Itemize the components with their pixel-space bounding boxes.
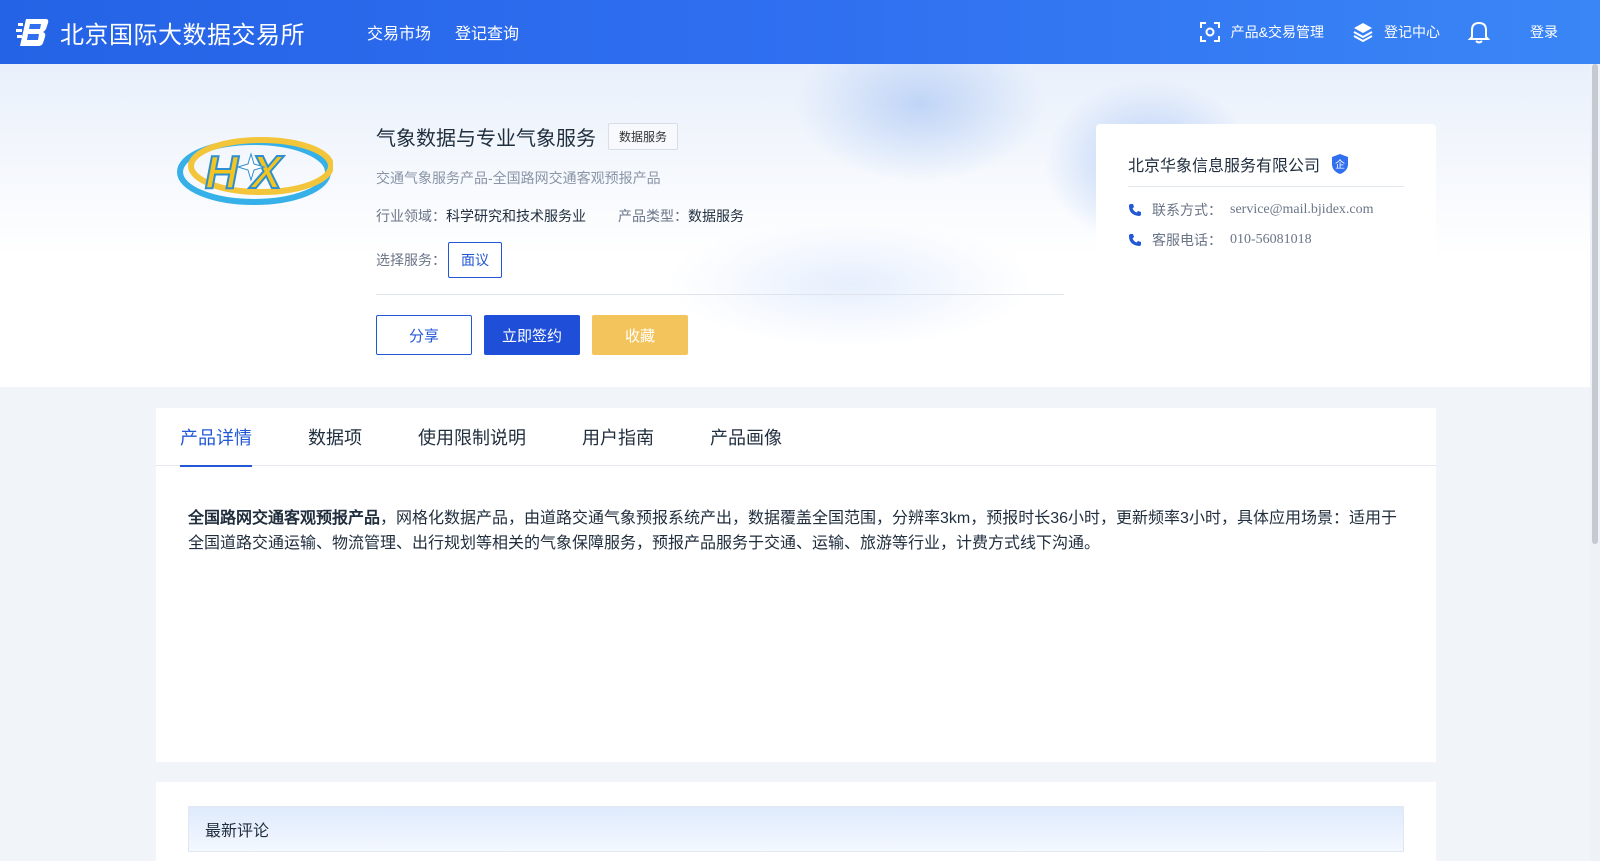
login-link[interactable]: 登录 bbox=[1530, 22, 1558, 42]
site-logo[interactable]: 北京国际大数据交易所 bbox=[16, 15, 305, 50]
contact-label: 联系方式： bbox=[1152, 202, 1222, 218]
latest-comments-header: 最新评论 bbox=[188, 806, 1404, 852]
phone-label: 客服电话： bbox=[1152, 232, 1222, 248]
product-subtitle: 交通气象服务产品-全国路网交通客观预报产品 bbox=[376, 170, 661, 186]
register-center-label: 登记中心 bbox=[1384, 24, 1440, 40]
layers-icon bbox=[1353, 23, 1373, 43]
product-type-label: 产品类型： bbox=[618, 208, 688, 224]
sign-now-button[interactable]: 立即签约 bbox=[484, 315, 580, 355]
tab-product-details[interactable]: 产品详情 bbox=[180, 408, 252, 467]
scrollbar-thumb[interactable] bbox=[1592, 64, 1598, 544]
enterprise-badge-text: 企 bbox=[1335, 158, 1345, 171]
product-company-logo: H X bbox=[177, 137, 333, 205]
scan-frame-icon bbox=[1199, 22, 1220, 42]
phone-icon bbox=[1129, 234, 1141, 246]
top-header: 北京国际大数据交易所 交易市场 登记查询 产品&交易管理 登记中心 登录 bbox=[0, 0, 1600, 64]
favorite-button[interactable]: 收藏 bbox=[592, 315, 688, 355]
meta-spacer bbox=[586, 206, 618, 226]
phone-number: 010-56081018 bbox=[1230, 232, 1312, 247]
site-name: 北京国际大数据交易所 bbox=[60, 21, 305, 49]
company-phone-row: 客服电话： 010-56081018 bbox=[1128, 230, 1312, 250]
detail-tabs: 产品详情 数据项 使用限制说明 用户指南 产品画像 bbox=[156, 408, 1436, 467]
nav-registry-query[interactable]: 登记查询 bbox=[455, 20, 519, 44]
tab-data-items[interactable]: 数据项 bbox=[308, 408, 362, 466]
service-label: 选择服务： bbox=[376, 252, 446, 268]
notifications-button[interactable] bbox=[1468, 20, 1500, 44]
company-name-row: 北京华象信息服务有限公司 企 bbox=[1128, 152, 1350, 176]
company-contact-row: 联系方式： service@mail.bjidex.com bbox=[1128, 200, 1374, 220]
tab-user-guide[interactable]: 用户指南 bbox=[582, 408, 654, 466]
product-detail-panel: 产品详情 数据项 使用限制说明 用户指南 产品画像 全国路网交通客观预报产品，网… bbox=[156, 408, 1436, 762]
top-nav: 交易市场 登记查询 bbox=[367, 20, 543, 44]
product-meta: 行业领域： 科学研究和技术服务业 产品类型： 数据服务 bbox=[376, 206, 744, 226]
contact-email[interactable]: service@mail.bjidex.com bbox=[1230, 202, 1374, 218]
svg-text:H: H bbox=[205, 146, 239, 198]
share-button[interactable]: 分享 bbox=[376, 315, 472, 355]
comments-panel: 最新评论 bbox=[156, 782, 1436, 861]
product-title-row: 气象数据与专业气象服务 数据服务 bbox=[376, 122, 679, 151]
hero-divider bbox=[376, 294, 1064, 295]
page-scrollbar[interactable] bbox=[1590, 64, 1600, 861]
company-divider bbox=[1128, 186, 1404, 187]
enterprise-shield-icon: 企 bbox=[1332, 154, 1349, 174]
tab-usage-restrictions[interactable]: 使用限制说明 bbox=[418, 408, 526, 466]
product-description: 全国路网交通客观预报产品，网格化数据产品，由道路交通气象预报系统产出，数据覆盖全… bbox=[188, 506, 1408, 556]
product-type-value: 数据服务 bbox=[688, 208, 744, 224]
nav-trade-market[interactable]: 交易市场 bbox=[367, 20, 431, 44]
product-trade-management-link[interactable]: 产品&交易管理 bbox=[1199, 21, 1324, 43]
product-trade-management-label: 产品&交易管理 bbox=[1230, 24, 1324, 40]
product-type-tag: 数据服务 bbox=[608, 123, 679, 150]
product-title: 气象数据与专业气象服务 bbox=[376, 128, 596, 150]
description-highlight: 全国路网交通客观预报产品 bbox=[188, 510, 381, 527]
company-card: 北京华象信息服务有限公司 企 联系方式： service@mail.bjidex… bbox=[1096, 124, 1436, 314]
company-name[interactable]: 北京华象信息服务有限公司 bbox=[1128, 152, 1320, 176]
register-center-link[interactable]: 登记中心 bbox=[1352, 21, 1440, 43]
bjidex-logo-icon bbox=[16, 19, 49, 46]
service-selector: 选择服务： 面议 bbox=[376, 242, 502, 278]
service-option-negotiable[interactable]: 面议 bbox=[448, 242, 502, 278]
industry-label: 行业领域： bbox=[376, 208, 446, 224]
bell-icon bbox=[1468, 21, 1490, 44]
tab-product-profile[interactable]: 产品画像 bbox=[710, 408, 782, 466]
header-actions: 产品&交易管理 登记中心 登录 bbox=[1171, 0, 1558, 64]
product-actions: 分享 立即签约 收藏 bbox=[376, 315, 700, 355]
industry-value: 科学研究和技术服务业 bbox=[446, 208, 586, 224]
phone-icon bbox=[1129, 204, 1141, 216]
